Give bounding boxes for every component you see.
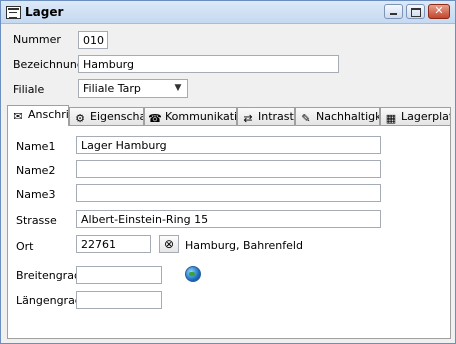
tab-label: Lagerplatz	[401, 110, 450, 123]
window-title: Lager	[25, 5, 64, 19]
plz-field[interactable]: 22761	[76, 235, 151, 253]
laengengrad-field[interactable]	[76, 291, 162, 309]
tab-label: Nachhaltigkeit	[316, 110, 379, 123]
chevron-down-icon[interactable]: ▼	[171, 81, 185, 96]
filiale-select[interactable]: Filiale Tarp ▼	[78, 79, 188, 98]
close-icon: ✕	[434, 4, 444, 17]
ort-result: Hamburg, Bahrenfeld	[185, 239, 303, 252]
minimize-button[interactable]	[384, 4, 403, 19]
storage-location-icon: ▦	[385, 112, 397, 125]
globe-icon[interactable]	[185, 266, 201, 282]
tab-label: Anschrift	[28, 108, 69, 121]
name2-label: Name2	[16, 164, 56, 177]
bezeichnung-label: Bezeichnung	[13, 58, 84, 71]
properties-icon: ⚙	[75, 112, 85, 125]
tab-bar: ✉ Anschrift ⚙ Eigenschaft ☎Kommunikation ⇄…	[7, 105, 451, 126]
breitengrad-field[interactable]	[76, 266, 162, 284]
binoculars-icon: ⊗	[163, 237, 175, 251]
tab-eigenschaft[interactable]: ⚙ Eigenschaft	[69, 107, 144, 125]
ort-label: Ort	[16, 240, 34, 253]
tab-lagerplatz[interactable]: ▦ Lagerplatz	[380, 107, 451, 125]
breitengrad-label: Breitengrad	[16, 269, 81, 282]
strasse-label: Strasse	[16, 214, 57, 227]
close-button[interactable]: ✕	[428, 4, 450, 19]
lager-window: Lager ✕ Nummer 010 Bezeichnung Hamburg F…	[0, 0, 456, 344]
name3-label: Name3	[16, 188, 56, 201]
title-bar[interactable]: Lager ✕	[1, 1, 455, 24]
communication-icon: ☎	[148, 112, 162, 125]
name2-field[interactable]	[76, 160, 381, 178]
tab-label: Intrastat	[258, 110, 294, 123]
tab-nachhaltigkeit[interactable]: ✎ Nachhaltigkeit	[295, 107, 380, 125]
maximize-icon	[411, 8, 421, 17]
name1-field[interactable]: Lager Hamburg	[76, 136, 381, 154]
filiale-label: Filiale	[13, 83, 45, 96]
laengengrad-label: Längengrad	[16, 294, 82, 307]
address-icon: ✉	[13, 110, 23, 123]
tab-anschrift[interactable]: ✉ Anschrift	[7, 105, 69, 126]
tab-intrastat[interactable]: ⇄ Intrastat	[237, 107, 295, 125]
tab-label: Kommunikation	[165, 110, 237, 123]
search-place-button[interactable]: ⊗	[159, 235, 179, 253]
nummer-field[interactable]: 010	[78, 31, 108, 49]
bezeichnung-field[interactable]: Hamburg	[78, 55, 339, 73]
strasse-field[interactable]: Albert-Einstein-Ring 15	[76, 210, 381, 228]
minimize-icon	[390, 13, 397, 15]
maximize-button[interactable]	[406, 4, 425, 19]
name1-label: Name1	[16, 140, 56, 153]
window-app-icon	[6, 6, 21, 19]
tab-label: Eigenschaft	[90, 110, 143, 123]
filiale-selected-value: Filiale Tarp	[83, 82, 141, 95]
name3-field[interactable]	[76, 184, 381, 202]
nummer-label: Nummer	[13, 33, 61, 46]
tab-kommunikation[interactable]: ☎Kommunikation	[144, 107, 237, 125]
sustainability-icon: ✎	[301, 112, 311, 125]
intrastat-icon: ⇄	[243, 112, 253, 125]
